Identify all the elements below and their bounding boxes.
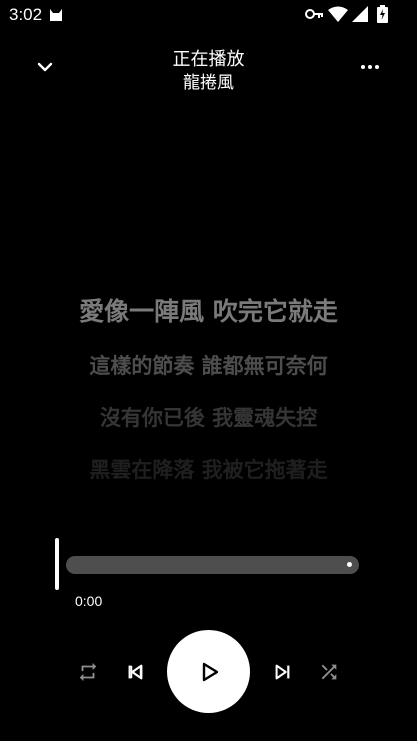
song-title: 龍捲風	[183, 73, 234, 93]
lyric-line-current: 愛像一陣風 吹完它就走	[79, 297, 338, 326]
next-button[interactable]	[267, 656, 299, 688]
shuffle-button[interactable]	[313, 656, 345, 688]
vpn-key-icon	[305, 9, 323, 19]
more-options-button[interactable]	[357, 54, 383, 80]
repeat-icon	[79, 662, 97, 682]
lyric-line: 黑雲在降落 我被它拖著走	[89, 458, 328, 482]
cat-notification-icon	[50, 9, 62, 21]
wifi-icon	[328, 6, 348, 22]
elapsed-time: 0:00	[75, 593, 103, 609]
progress-handle[interactable]	[55, 538, 59, 590]
battery-icon	[377, 5, 388, 23]
lyric-line: 沒有你已後 我靈魂失控	[99, 406, 318, 430]
play-button[interactable]	[167, 630, 250, 713]
progress-end-dot	[347, 562, 352, 567]
skip-next-icon	[275, 664, 290, 680]
previous-button[interactable]	[119, 656, 151, 688]
shuffle-icon	[321, 664, 337, 680]
status-time: 3:02	[9, 5, 43, 24]
progress-bar[interactable]	[66, 556, 359, 574]
more-horizontal-icon	[361, 65, 379, 69]
skip-previous-icon	[128, 664, 143, 680]
status-bar: 3:02	[0, 0, 417, 30]
repeat-button[interactable]	[72, 656, 104, 688]
play-icon	[202, 662, 218, 681]
cell-signal-icon	[352, 6, 368, 22]
lyric-line: 這樣的節奏 誰都無可奈何	[89, 354, 328, 378]
player-header: 正在播放 龍捲風	[0, 40, 417, 96]
status-icons	[305, 5, 395, 23]
